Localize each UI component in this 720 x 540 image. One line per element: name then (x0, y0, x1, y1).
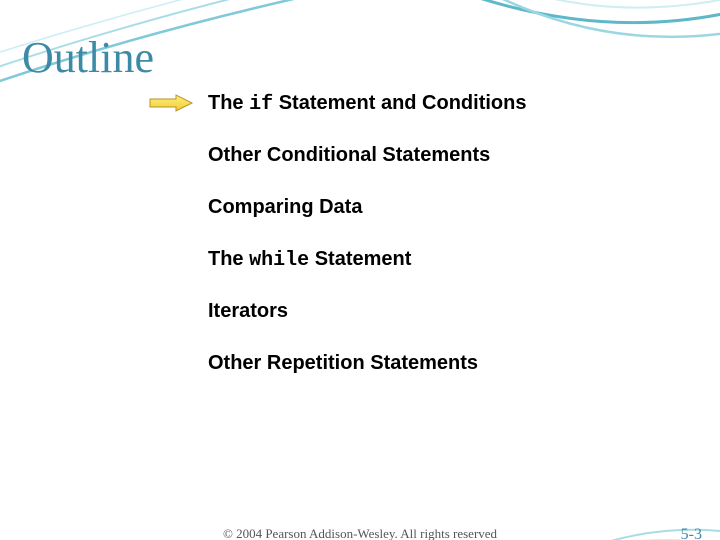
copyright-text: © 2004 Pearson Addison-Wesley. All right… (0, 526, 720, 540)
outline-item: Other Conditional Statements (208, 142, 668, 170)
item-text-post: Statement (309, 248, 411, 270)
outline-item: Iterators (208, 298, 668, 326)
pointer-arrow-icon (148, 93, 194, 118)
item-text-pre: The (208, 248, 249, 270)
outline-item: Comparing Data (208, 194, 668, 222)
item-text-pre: Iterators (208, 300, 288, 322)
slide-title: Outline (22, 32, 154, 83)
page-number: 5-3 (681, 526, 702, 540)
outline-item: The if Statement and Conditions (208, 90, 668, 118)
item-text-pre: The (208, 92, 249, 114)
item-text-pre: Other Conditional Statements (208, 144, 490, 166)
outline-item: Other Repetition Statements (208, 350, 668, 378)
item-text-post: Statement and Conditions (273, 92, 526, 114)
item-code: if (249, 93, 273, 116)
slide: Outline The if Statement and Conditions … (0, 0, 720, 540)
outline-list: The if Statement and Conditions Other Co… (208, 90, 668, 402)
item-code: while (249, 249, 309, 272)
item-text-pre: Comparing Data (208, 196, 362, 218)
item-text-pre: Other Repetition Statements (208, 352, 478, 374)
outline-item: The while Statement (208, 246, 668, 274)
